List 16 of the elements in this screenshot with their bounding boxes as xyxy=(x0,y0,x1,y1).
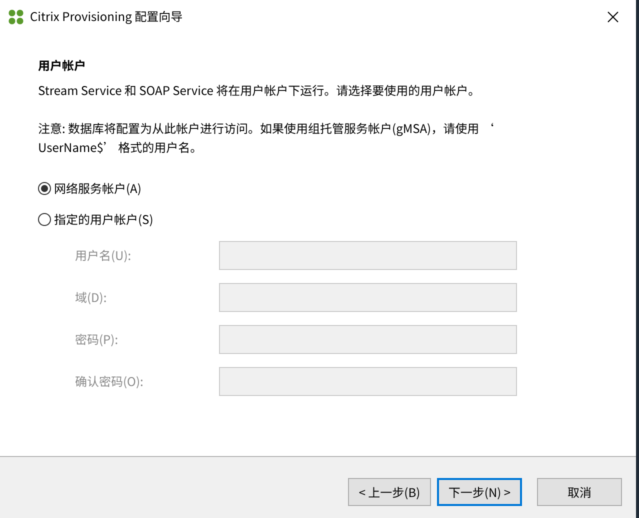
window-title: Citrix Provisioning 配置向导 xyxy=(30,8,184,25)
section-heading: 用户帐户 xyxy=(38,57,88,74)
radio-button[interactable] xyxy=(38,212,51,226)
radio-button[interactable] xyxy=(38,182,51,194)
radio-label[interactable]: 网络服务帐户(A) xyxy=(54,180,142,196)
field-label: 域(D): xyxy=(74,289,108,306)
field-label: 用户名(U): xyxy=(74,247,132,264)
wizard-button[interactable]: < 上一步(B) xyxy=(348,478,431,506)
field-label: 密码(P): xyxy=(74,331,120,348)
note-text: 注意: 数据库将配置为从此帐户进行访问。如果使用组托管服务帐户(gMSA)，请使用 ‘ UserName$’ 格式的用户名。 xyxy=(38,119,495,157)
wizard-button[interactable]: 取消 xyxy=(537,478,622,506)
wizard-button[interactable]: 下一步(N) > xyxy=(437,478,522,506)
field-label: 确认密码(O): xyxy=(74,373,144,390)
app-logo-icon xyxy=(8,8,24,24)
description-text: Stream Service 和 SOAP Service 将在用户帐户下运行。请选择要使用的用户帐户。 xyxy=(38,82,482,99)
radio-label[interactable]: 指定的用户帐户(S) xyxy=(54,210,154,228)
